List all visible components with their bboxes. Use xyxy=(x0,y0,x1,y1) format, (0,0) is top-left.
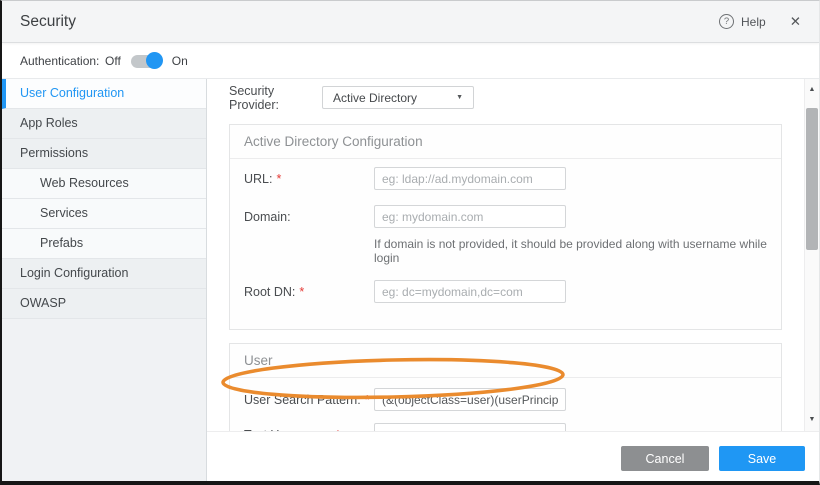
help-circle-icon[interactable]: ? xyxy=(719,14,734,29)
sidebar-item-login-configuration[interactable]: Login Configuration xyxy=(2,259,206,289)
sidebar-item-owasp[interactable]: OWASP xyxy=(2,289,206,319)
dialog-body: User Configuration App Roles Permissions… xyxy=(2,79,819,481)
root-dn-label: Root DN: * xyxy=(244,280,374,303)
scroll-down-arrow-icon[interactable]: ▼ xyxy=(805,413,819,427)
page-title: Security xyxy=(20,13,76,31)
security-provider-select[interactable]: Active Directory ▼ xyxy=(322,86,474,109)
vertical-scrollbar[interactable]: ▲ ▼ xyxy=(804,79,819,431)
user-search-pattern-field-row: User Search Pattern: * xyxy=(244,388,767,411)
domain-input[interactable] xyxy=(374,205,566,228)
chevron-down-icon: ▼ xyxy=(456,94,463,101)
main-column: Security Provider: Active Directory ▼ Ac… xyxy=(207,79,819,481)
test-username-field-row: Test Username: * xyxy=(244,423,767,431)
required-asterisk: * xyxy=(336,428,341,431)
security-dialog: Security ? Help ✕ Authentication: Off On… xyxy=(0,0,820,485)
field-main xyxy=(374,280,566,303)
sidebar: User Configuration App Roles Permissions… xyxy=(2,79,207,481)
toggle-knob xyxy=(146,52,163,69)
field-label-text: URL: xyxy=(244,172,272,186)
field-label-text: Domain: xyxy=(244,210,291,224)
required-asterisk: * xyxy=(299,285,304,299)
close-icon[interactable]: ✕ xyxy=(790,14,801,30)
authentication-label: Authentication: xyxy=(20,54,105,68)
save-button[interactable]: Save xyxy=(719,446,805,471)
active-directory-configuration-section: Active Directory Configuration URL: * xyxy=(229,124,782,330)
dialog-footer: Cancel Save xyxy=(207,431,819,481)
user-search-pattern-input[interactable] xyxy=(374,388,566,411)
sidebar-item-services[interactable]: Services xyxy=(2,199,206,229)
domain-label: Domain: xyxy=(244,205,374,265)
sidebar-item-user-configuration[interactable]: User Configuration xyxy=(2,79,206,109)
titlebar: Security ? Help ✕ xyxy=(2,1,819,43)
section-fields: User Search Pattern: * Test Username: * xyxy=(230,378,781,431)
field-label-text: Root DN: xyxy=(244,285,295,299)
test-username-input[interactable] xyxy=(374,423,566,431)
test-username-label: Test Username: * xyxy=(244,423,374,431)
url-input[interactable] xyxy=(374,167,566,190)
scrollbar-thumb[interactable] xyxy=(806,108,818,250)
settings-viewport: Security Provider: Active Directory ▼ Ac… xyxy=(207,79,819,431)
field-main: If domain is not provided, it should be … xyxy=(374,205,767,265)
user-section: User User Search Pattern: * xyxy=(229,343,782,431)
user-search-pattern-label: User Search Pattern: * xyxy=(244,388,374,411)
root-dn-field-row: Root DN: * xyxy=(244,280,767,303)
root-dn-input[interactable] xyxy=(374,280,566,303)
toggle-on-label: On xyxy=(172,54,188,68)
authentication-row: Authentication: Off On xyxy=(2,43,819,79)
sidebar-item-web-resources[interactable]: Web Resources xyxy=(2,169,206,199)
field-label-text: User Search Pattern: xyxy=(244,393,361,407)
url-label: URL: * xyxy=(244,167,374,190)
security-provider-selected-value: Active Directory xyxy=(333,91,417,105)
domain-helper-text: If domain is not provided, it should be … xyxy=(374,237,767,265)
url-field-row: URL: * xyxy=(244,167,767,190)
security-provider-row: Security Provider: Active Directory ▼ xyxy=(229,84,819,111)
field-main xyxy=(374,388,566,411)
security-provider-label: Security Provider: xyxy=(229,84,322,112)
scroll-up-arrow-icon[interactable]: ▲ xyxy=(805,83,819,97)
authentication-toggle[interactable] xyxy=(131,52,162,70)
section-fields: URL:* Domain: If xyxy=(230,159,781,329)
sidebar-item-permissions[interactable]: Permissions xyxy=(2,139,206,169)
titlebar-actions: ? Help ✕ xyxy=(719,14,801,30)
sidebar-item-prefabs[interactable]: Prefabs xyxy=(2,229,206,259)
sidebar-item-app-roles[interactable]: App Roles xyxy=(2,109,206,139)
help-link[interactable]: Help xyxy=(741,15,766,29)
field-main xyxy=(374,167,566,190)
toggle-off-label: Off xyxy=(105,54,121,68)
domain-field-row: Domain: If domain is not provided, it sh… xyxy=(244,205,767,265)
section-title: User xyxy=(230,344,781,378)
required-asterisk: * xyxy=(276,172,281,186)
field-label-text: Test Username: xyxy=(244,428,332,431)
section-title: Active Directory Configuration xyxy=(230,125,781,159)
required-asterisk: * xyxy=(365,393,370,407)
field-main xyxy=(374,423,566,431)
cancel-button[interactable]: Cancel xyxy=(621,446,709,471)
